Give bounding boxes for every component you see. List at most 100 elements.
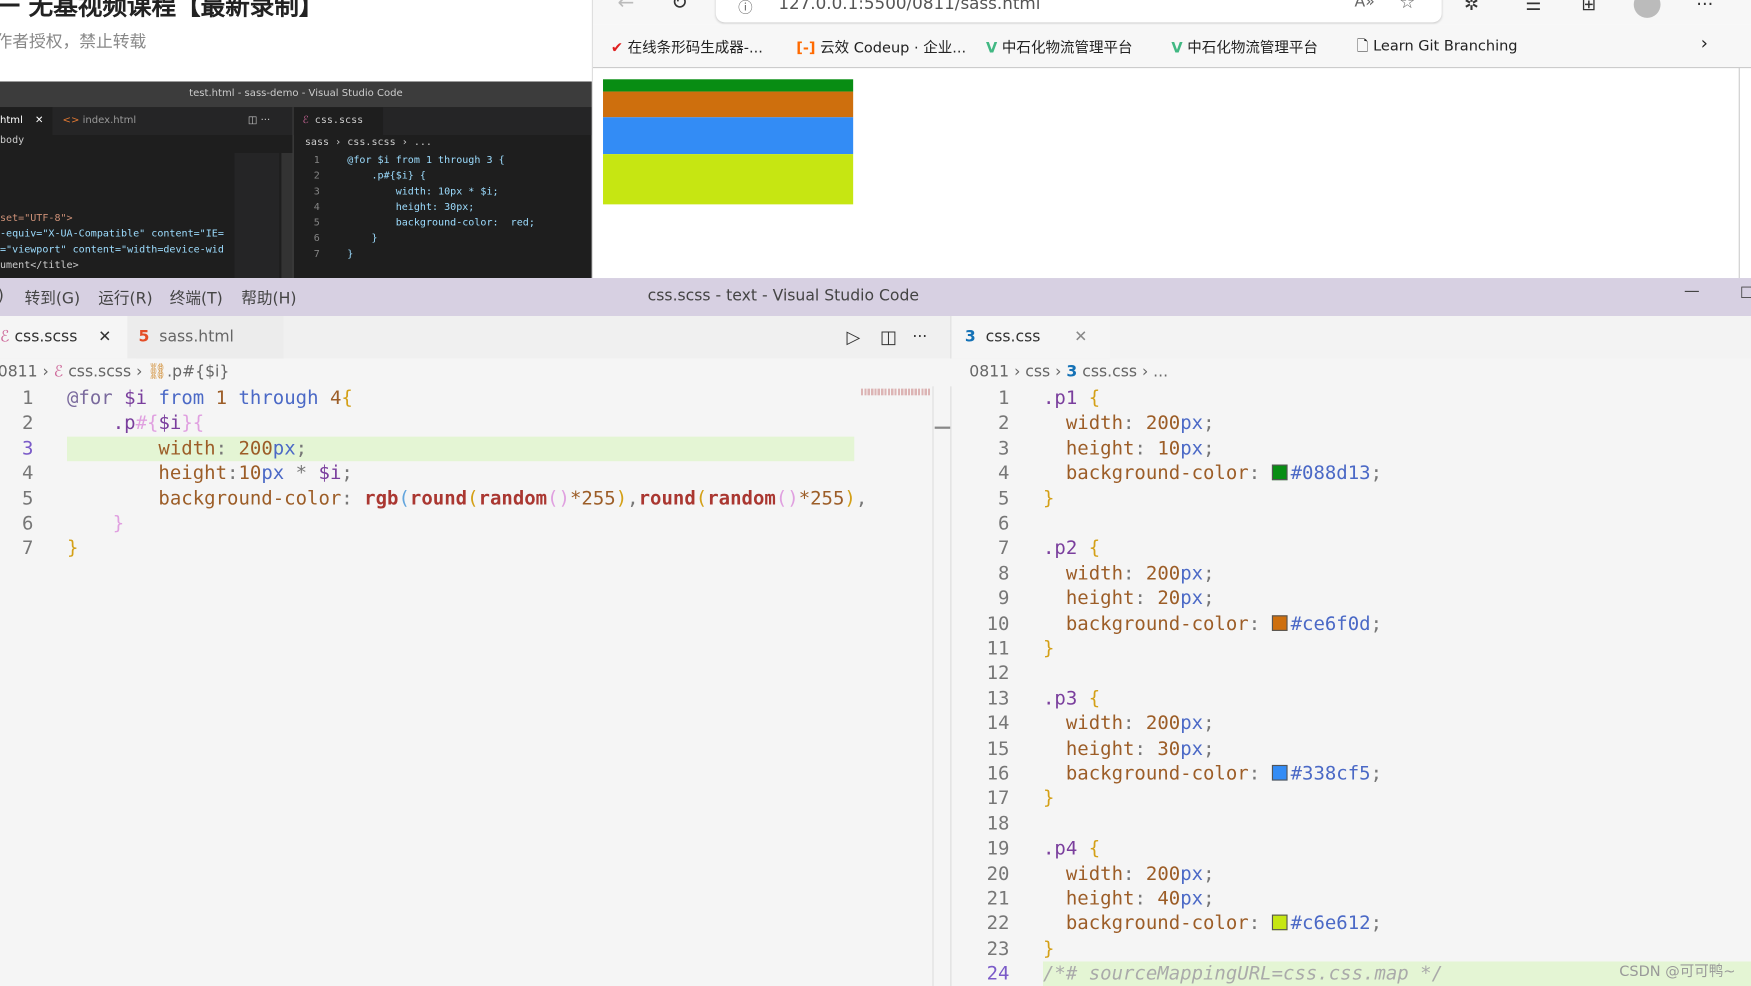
read-aloud-icon[interactable]: A» [1355, 0, 1375, 11]
tab-sass-html[interactable]: 5 sass.html [127, 316, 284, 359]
code-line[interactable]: background-color: #ce6f0d; [1043, 611, 1382, 636]
line-number: 12 [986, 662, 1010, 685]
code-token: ; [1370, 462, 1383, 485]
code-token: $i [318, 462, 342, 485]
scrollbar[interactable] [1738, 67, 1740, 279]
address-bar[interactable]: ⓘ 127.0.0.1:5500/0811/sass.html A» ☆ [715, 0, 1442, 23]
menu-help[interactable]: 帮助(H) [241, 287, 296, 309]
bookmark[interactable]: ✔ 在线条形码生成器-... [611, 36, 763, 57]
scrollbar[interactable] [932, 386, 951, 986]
code-token: ; [1203, 437, 1215, 460]
minimap[interactable] [854, 386, 932, 986]
code-token: px [272, 437, 296, 460]
code-line[interactable]: .p#{$i}{ [67, 411, 205, 436]
code-line[interactable]: background-color: #c6e612; [1043, 912, 1382, 937]
code-line[interactable]: height: 30px; [1043, 737, 1215, 762]
more-icon[interactable]: ··· [1696, 0, 1713, 15]
close-icon[interactable]: ✕ [98, 316, 111, 358]
code-line[interactable]: .p2 { [1043, 536, 1100, 561]
bookmark[interactable]: V 中石化物流管理平台 [1171, 36, 1318, 57]
color-box [603, 79, 854, 92]
info-icon[interactable]: ⓘ [738, 0, 753, 17]
code-token: , [627, 487, 639, 510]
bookmark[interactable]: [-] 云效 Codeup · 企业... [796, 36, 966, 57]
run-icon[interactable]: ▷ [846, 316, 860, 358]
code-line[interactable]: } [1043, 937, 1054, 962]
maximize-icon[interactable]: ☐ [1740, 285, 1751, 303]
editor-right[interactable]: 1 .p1 {2 width: 200px; 3 height: 10px; 4 ba… [950, 386, 1751, 986]
more-actions-icon[interactable]: ··· [912, 316, 927, 358]
menu-item[interactable]: ) [0, 287, 4, 305]
code-line[interactable]: } [1043, 637, 1054, 662]
code-token: 1 [215, 387, 239, 410]
minimize-icon[interactable]: — [1684, 283, 1700, 301]
code-line[interactable]: width: 200px; [1043, 411, 1215, 436]
code-token: ; [1370, 912, 1383, 936]
line-number: 5 [313, 217, 320, 229]
code-line[interactable]: background-color: #088d13; [1043, 461, 1382, 486]
avatar[interactable] [1633, 0, 1661, 18]
code-line[interactable]: background-color: #338cf5; [1043, 762, 1382, 787]
close-icon[interactable]: ✕ [1074, 316, 1087, 358]
code-token: #{ [135, 412, 159, 435]
code-line[interactable]: /*# sourceMappingURL=css.css.map */ [1043, 962, 1443, 986]
chevron-right-icon[interactable]: › [1701, 32, 1708, 53]
code-token: 200 [1145, 862, 1181, 886]
code-line[interactable]: @for $i from 1 through 4{ [67, 386, 353, 411]
code-line[interactable]: width: 200px; [1043, 561, 1215, 586]
code-token: .p1 [1042, 387, 1089, 410]
split-editor-icon[interactable]: ◫ [880, 316, 897, 358]
menu-run[interactable]: 运行(R) [98, 287, 152, 309]
line-number: 16 [986, 762, 1010, 786]
code-line[interactable]: .p1 { [1043, 386, 1100, 411]
code-line[interactable]: width: 200px; [1043, 862, 1215, 887]
menu-go[interactable]: 转到(G) [25, 287, 81, 309]
code-line[interactable]: background-color: rgb(round(random()*255… [67, 486, 867, 511]
article-header: 一 无基视频课程【最新录制】 作者授权，禁止转载 [0, 0, 592, 82]
code-line[interactable]: height:10px * $i; [67, 461, 352, 486]
tab-css-css[interactable]: 3 css.css ✕ [951, 316, 1110, 359]
code-token: ; [1203, 587, 1215, 610]
code-line: @for $i from 1 through 3 { [347, 155, 505, 167]
line-number: 6 [998, 512, 1010, 535]
color-box [603, 91, 854, 117]
tab-css-scss[interactable]: ℰ css.scss ✕ [0, 316, 137, 359]
extensions-icon[interactable]: ✲ [1464, 0, 1479, 15]
sass-icon: ℰ [53, 362, 64, 381]
code-token: 200 [238, 437, 273, 460]
code-line[interactable]: .p3 { [1043, 687, 1100, 712]
bookmark[interactable]: 🗋 Learn Git Branching [1357, 36, 1518, 61]
code-line[interactable]: width: 200px; [67, 436, 307, 461]
vscode-window: ) 转到(G) 运行(R) 终端(T) 帮助(H) css.scss - tex… [0, 278, 1751, 986]
code-line[interactable]: height: 40px; [1043, 887, 1215, 912]
code-token: 200 [1145, 712, 1181, 735]
code-line[interactable]: } [67, 536, 78, 561]
back-icon[interactable]: ← [618, 0, 635, 15]
code-line[interactable]: width: 200px; [1043, 712, 1215, 737]
favorites-icon[interactable]: ☰ [1525, 0, 1541, 15]
code-area-left: body set="UTF-8"> -equiv="X-UA-Compatibl… [0, 135, 293, 279]
split-editor-icon: ◫ ··· [247, 115, 271, 127]
add-favorite-icon[interactable]: ☆ [1399, 0, 1415, 12]
code-token: 10 [1157, 437, 1181, 460]
refresh-icon[interactable]: ↻ [671, 0, 688, 15]
code-token: () [775, 487, 799, 510]
line-number: 5 [998, 487, 1010, 510]
code-line[interactable]: } [67, 511, 124, 536]
code-token: width [1042, 412, 1124, 435]
code-line[interactable]: } [1043, 486, 1054, 511]
code-token: px [1180, 862, 1204, 886]
url-text[interactable]: 127.0.0.1:5500/0811/sass.html [778, 0, 1040, 13]
code-line[interactable]: height: 10px; [1043, 436, 1215, 461]
code-token: : [1134, 737, 1158, 761]
code-token: @for [67, 387, 125, 410]
menu-terminal[interactable]: 终端(T) [170, 287, 223, 309]
code-line[interactable]: } [1043, 787, 1054, 812]
code-line[interactable]: height: 20px; [1043, 586, 1215, 611]
page-icon: 🗋 [1356, 37, 1369, 55]
collections-icon[interactable]: ⊞ [1581, 0, 1596, 15]
bookmark[interactable]: V 中石化物流管理平台 [986, 36, 1133, 57]
code-line[interactable]: .p4 { [1043, 837, 1100, 862]
line-number: 2 [313, 170, 320, 183]
code-token: } [1042, 487, 1055, 510]
